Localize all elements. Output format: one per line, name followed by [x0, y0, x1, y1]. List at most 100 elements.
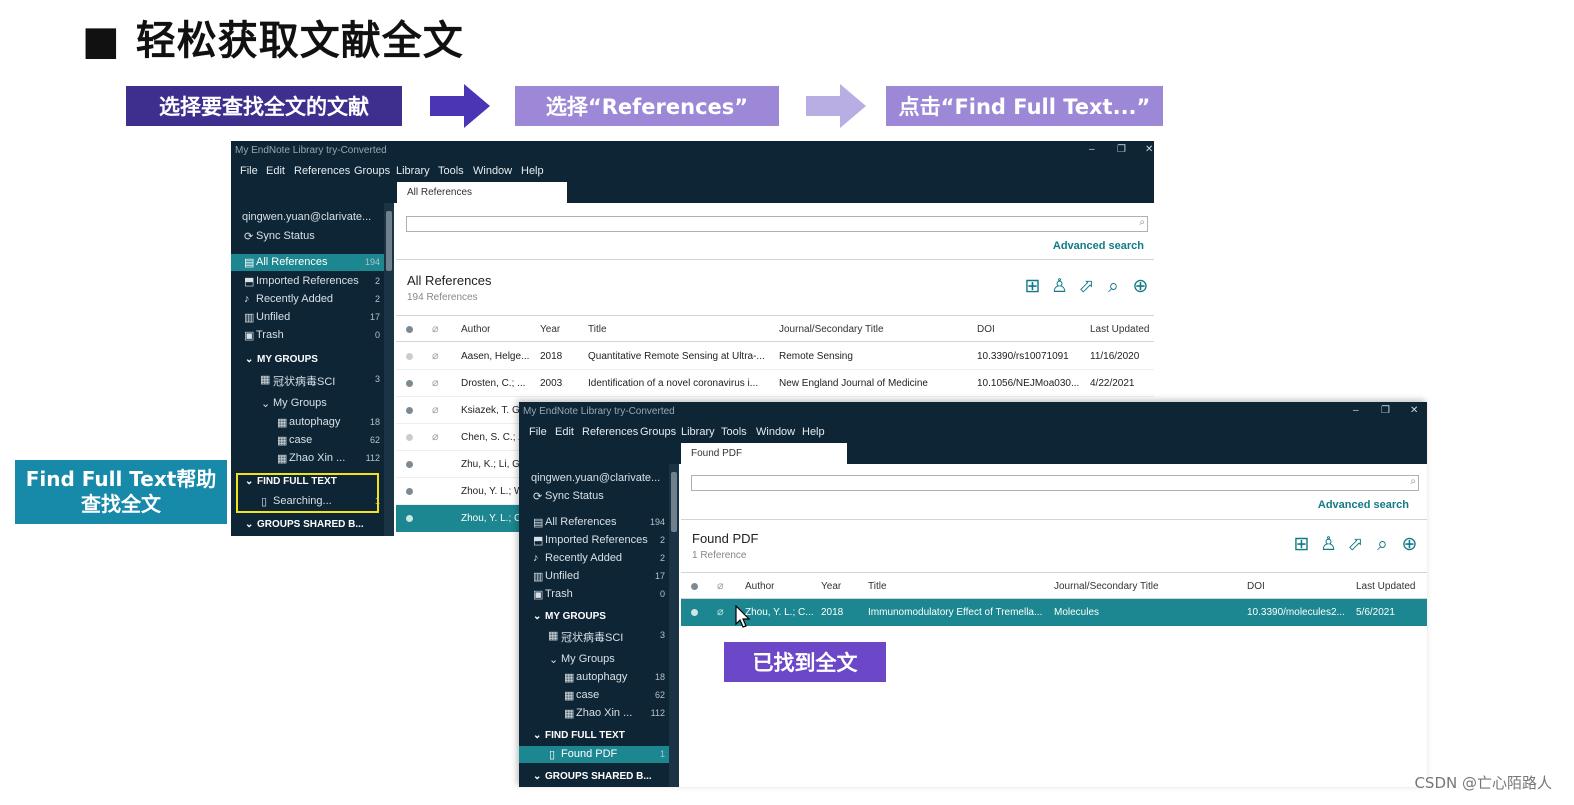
sync-status[interactable]: ⟳ Sync Status	[231, 228, 384, 245]
column-title[interactable]: Title	[588, 324, 607, 335]
column-doi[interactable]: DOI	[1247, 581, 1265, 592]
find-pdf-button[interactable]: ⌕	[1371, 533, 1394, 556]
sidebar-group-autophagy[interactable]: ▦ autophagy 18	[519, 669, 669, 686]
advanced-search-link[interactable]: Advanced search	[1318, 499, 1409, 511]
group-icon: ▦	[277, 453, 288, 465]
column-last-updated[interactable]: Last Updated	[1090, 324, 1150, 335]
add-to-group-button[interactable]: ⊞	[1290, 533, 1313, 556]
search-input[interactable]: ⌕	[691, 475, 1419, 491]
sidebar-group-covid[interactable]: ▦ 冠状病毒SCI 3	[231, 371, 384, 388]
online-search-button[interactable]: ⊕	[1129, 275, 1152, 298]
sidebar-group-set-my-groups[interactable]: ⌄ My Groups	[231, 395, 384, 412]
groups-shared-header[interactable]: ⌄ GROUPS SHARED B...	[231, 517, 384, 534]
sidebar-group-covid[interactable]: ▦ 冠状病毒SCI 3	[519, 627, 669, 644]
menu-file[interactable]: File	[529, 426, 547, 438]
find-full-text-header[interactable]: ⌄ FIND FULL TEXT	[231, 474, 384, 491]
sidebar-item-all-references[interactable]: ▤ All References 194	[231, 254, 384, 271]
menu-tools[interactable]: Tools	[721, 426, 747, 438]
find-pdf-button[interactable]: ⌕	[1102, 275, 1125, 298]
menu-library[interactable]: Library	[681, 426, 715, 438]
menu-help[interactable]: Help	[521, 165, 544, 177]
menu-edit[interactable]: Edit	[555, 426, 574, 438]
scrollbar-thumb[interactable]	[671, 472, 677, 532]
online-search-button[interactable]: ⊕	[1398, 533, 1421, 556]
menu-edit[interactable]: Edit	[266, 165, 285, 177]
column-year[interactable]: Year	[821, 581, 841, 592]
column-journal[interactable]: Journal/Secondary Title	[779, 324, 884, 335]
sidebar-item-trash[interactable]: ▣ Trash 0	[519, 586, 669, 603]
my-groups-header[interactable]: ⌄ MY GROUPS	[519, 609, 669, 626]
sidebar-item-searching[interactable]: ▯ Searching... 1	[231, 493, 384, 510]
menu-file[interactable]: File	[240, 165, 258, 177]
group-title: Found PDF	[692, 531, 759, 546]
menu-window[interactable]: Window	[473, 165, 512, 177]
column-author[interactable]: Author	[461, 324, 490, 335]
column-title[interactable]: Title	[868, 581, 887, 592]
sidebar-item-all-references[interactable]: ▤ All References 194	[519, 514, 669, 531]
sidebar-group-case[interactable]: ▦ case 62	[519, 687, 669, 704]
advanced-search-link[interactable]: Advanced search	[1053, 240, 1144, 252]
table-row[interactable]: ⌀ Drosten, C.; ... 2003 Identification o…	[396, 370, 1154, 397]
find-full-text-header[interactable]: ⌄ FIND FULL TEXT	[519, 728, 669, 745]
library-sidebar: qingwen.yuan@clarivate... ⟳ Sync Status …	[231, 203, 394, 536]
add-to-group-button[interactable]: ⊞	[1021, 275, 1044, 298]
menu-library[interactable]: Library	[396, 165, 430, 177]
column-author[interactable]: Author	[745, 581, 774, 592]
import-icon: ⬒	[244, 276, 255, 288]
restore-button[interactable]: ❐	[1381, 405, 1390, 416]
tab-found-pdf[interactable]: Found PDF	[681, 443, 847, 465]
sidebar-item-found-pdf[interactable]: ▯ Found PDF 1	[519, 746, 669, 763]
export-button[interactable]: ⬀	[1075, 275, 1098, 298]
menu-references[interactable]: References	[582, 426, 638, 438]
sidebar-item-imported[interactable]: ⬒ Imported References 2	[231, 273, 384, 290]
column-doi[interactable]: DOI	[977, 324, 995, 335]
column-year[interactable]: Year	[540, 324, 560, 335]
share-group-button[interactable]: ♙	[1317, 533, 1340, 556]
library-icon: ▤	[533, 517, 544, 529]
minimize-button[interactable]: –	[1353, 405, 1359, 416]
sidebar-item-unfiled[interactable]: ▥ Unfiled 17	[519, 568, 669, 585]
minimize-button[interactable]: –	[1089, 144, 1095, 155]
table-row[interactable]: ⌀ Aasen, Helge... 2018 Quantitative Remo…	[396, 343, 1154, 370]
sidebar-group-set-my-groups[interactable]: ⌄ My Groups	[519, 651, 669, 668]
sidebar-scrollbar[interactable]	[669, 464, 679, 787]
sidebar-item-unfiled[interactable]: ▥ Unfiled 17	[231, 309, 384, 326]
column-last-updated[interactable]: Last Updated	[1356, 581, 1416, 592]
search-input[interactable]: ⌕	[406, 216, 1148, 232]
scrollbar-thumb[interactable]	[386, 211, 392, 271]
account-email[interactable]: qingwen.yuan@clarivate...	[519, 470, 669, 487]
close-button[interactable]: ✕	[1410, 405, 1418, 416]
sidebar-item-recently-added[interactable]: ♪ Recently Added 2	[519, 550, 669, 567]
my-groups-header[interactable]: ⌄ MY GROUPS	[231, 352, 384, 369]
share-group-button[interactable]: ♙	[1048, 275, 1071, 298]
menu-references[interactable]: References	[294, 165, 350, 177]
close-button[interactable]: ✕	[1145, 144, 1153, 155]
toolbar: ⊞ ♙ ⬀ ⌕ ⊕	[1021, 275, 1152, 298]
sidebar-item-imported[interactable]: ⬒ Imported References 2	[519, 532, 669, 549]
menu-window[interactable]: Window	[756, 426, 795, 438]
sync-status[interactable]: ⟳ Sync Status	[519, 488, 669, 505]
sidebar-group-zhao-xin[interactable]: ▦ Zhao Xin ... 112	[231, 450, 384, 467]
tab-all-references[interactable]: All References	[397, 182, 567, 204]
sidebar-group-autophagy[interactable]: ▦ autophagy 18	[231, 414, 384, 431]
menu-groups[interactable]: Groups	[640, 426, 676, 438]
sidebar-scrollbar[interactable]	[384, 203, 394, 536]
account-email[interactable]: qingwen.yuan@clarivate...	[231, 209, 384, 226]
column-journal[interactable]: Journal/Secondary Title	[1054, 581, 1159, 592]
groups-shared-header[interactable]: ⌄ GROUPS SHARED B...	[519, 769, 669, 786]
read-status-icon	[406, 353, 413, 360]
sidebar-group-case[interactable]: ▦ case 62	[231, 432, 384, 449]
sidebar-item-trash[interactable]: ▣ Trash 0	[231, 327, 384, 344]
restore-button[interactable]: ❐	[1117, 144, 1126, 155]
menu-help[interactable]: Help	[802, 426, 825, 438]
menu-tools[interactable]: Tools	[438, 165, 464, 177]
sidebar-group-zhao-xin[interactable]: ▦ Zhao Xin ... 112	[519, 705, 669, 722]
import-icon: ⬒	[533, 535, 544, 547]
export-button[interactable]: ⬀	[1344, 533, 1367, 556]
found-full-text-label: 已找到全文	[724, 642, 886, 682]
divider	[681, 519, 1427, 520]
sidebar-item-recently-added[interactable]: ♪ Recently Added 2	[231, 291, 384, 308]
divider	[396, 259, 1154, 260]
menu-groups[interactable]: Groups	[354, 165, 390, 177]
table-row-selected[interactable]: ⌀ Zhou, Y. L.; C... 2018 Immunomodulator…	[681, 599, 1427, 626]
